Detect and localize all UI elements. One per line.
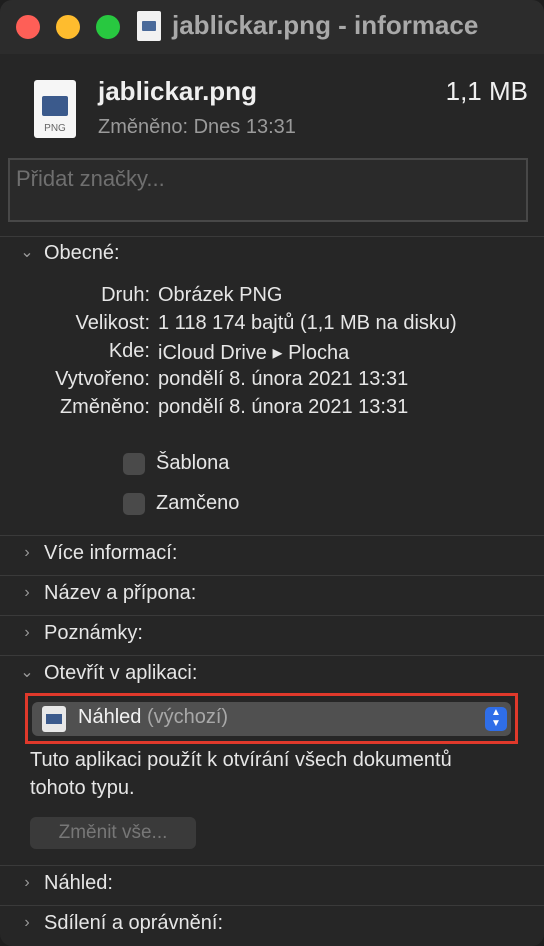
chevron-right-icon: › [24, 544, 30, 561]
preview-app-icon [42, 706, 66, 732]
tags-field[interactable]: Přidat značky... [8, 158, 528, 222]
info-row-created: Vytvořeno: pondělí 8. února 2021 13:31 [0, 368, 544, 396]
app-default-tag: (výchozí) [146, 706, 229, 728]
open-with-select[interactable]: Náhled (výchozí) ▲ ▼ [32, 702, 511, 736]
section-label: Více informací: [44, 542, 178, 564]
minimize-button[interactable] [56, 15, 80, 39]
info-value: 1 118 174 bajtů (1,1 MB na disku) [158, 312, 457, 334]
file-size: 1,1 MB [445, 76, 528, 106]
chevron-down-icon: ⌄ [20, 664, 34, 681]
info-row-modified: Změněno: pondělí 8. února 2021 13:31 [0, 396, 544, 424]
file-icon-ext: PNG [44, 123, 66, 134]
template-checkbox[interactable] [123, 453, 145, 475]
chevron-right-icon: › [24, 874, 30, 891]
section-label: Otevřít v aplikaci: [44, 662, 198, 684]
locked-checkbox[interactable] [123, 493, 145, 515]
info-key: Velikost: [75, 312, 150, 334]
highlight-box: Náhled (výchozí) ▲ ▼ [25, 693, 518, 744]
title-bar[interactable]: jablickar.png - informace [0, 0, 544, 54]
zoom-button[interactable] [96, 15, 120, 39]
chevron-right-icon: › [24, 584, 30, 601]
info-key: Kde: [108, 340, 150, 362]
info-row-size: Velikost: 1 118 174 bajtů (1,1 MB na dis… [0, 312, 544, 340]
section-open-with[interactable]: ⌄ Otevřít v aplikaci: [0, 656, 544, 694]
info-window: jablickar.png - informace PNG jablickar.… [0, 0, 544, 946]
info-value: pondělí 8. února 2021 13:31 [158, 396, 409, 418]
section-label: Obecné: [44, 242, 120, 264]
section-label: Náhled: [44, 872, 113, 894]
chevron-down-icon: ⌄ [20, 244, 34, 261]
file-icon [137, 11, 161, 41]
window-title: jablickar.png - informace [172, 10, 479, 40]
popup-stepper-icon[interactable]: ▲ ▼ [485, 707, 507, 731]
section-sharing[interactable]: › Sdílení a oprávnění: [0, 906, 544, 944]
info-value: iCloud Drive ▸ Plocha [158, 342, 350, 364]
section-label: Poznámky: [44, 622, 143, 644]
section-general[interactable]: ⌄ Obecné: [0, 236, 544, 274]
section-label: Název a přípona: [44, 582, 197, 604]
info-value: pondělí 8. února 2021 13:31 [158, 368, 409, 390]
chevron-right-icon: › [24, 624, 30, 641]
close-button[interactable] [16, 15, 40, 39]
section-more-info[interactable]: › Více informací: [0, 536, 544, 574]
info-key: Druh: [101, 284, 150, 306]
info-row-kind: Druh: Obrázek PNG [0, 284, 544, 312]
info-value: Obrázek PNG [158, 284, 283, 306]
file-name: jablickar.png [98, 76, 257, 106]
info-key: Změněno: [59, 396, 150, 418]
tags-placeholder: Přidat značky... [16, 166, 165, 191]
section-preview[interactable]: › Náhled: [0, 866, 544, 904]
png-file-icon: PNG [34, 80, 76, 138]
file-header: PNG jablickar.png 1,1 MB Změněno: Dnes 1… [0, 54, 544, 236]
selected-app: Náhled (výchozí) [78, 706, 228, 729]
section-label: Sdílení a oprávnění: [44, 912, 224, 934]
template-label: Šablona [156, 452, 230, 474]
info-row-where: Kde: iCloud Drive ▸ Plocha [0, 340, 544, 368]
section-name-extension[interactable]: › Název a přípona: [0, 576, 544, 614]
modified-date: Změněno: Dnes 13:31 [98, 116, 296, 138]
section-comments[interactable]: › Poznámky: [0, 616, 544, 654]
locked-label: Zamčeno [156, 492, 240, 514]
change-all-button[interactable]: Změnit vše... [30, 817, 196, 849]
info-key: Vytvořeno: [55, 368, 150, 390]
chevron-right-icon: › [24, 914, 30, 931]
app-name: Náhled [78, 706, 142, 728]
open-with-note: Tuto aplikaci použít k otvírání všech do… [30, 749, 452, 799]
